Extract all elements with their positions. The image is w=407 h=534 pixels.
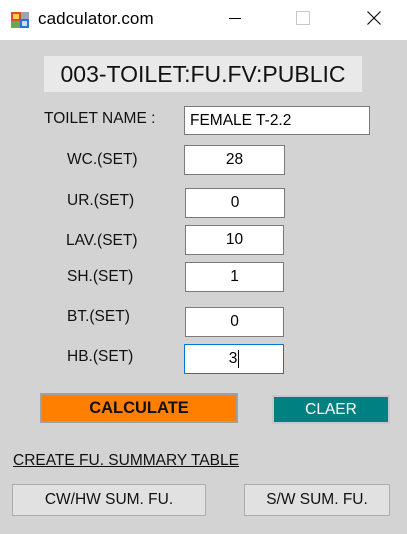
hb-value: 3 bbox=[228, 350, 238, 367]
text-caret bbox=[238, 350, 240, 368]
hb-label: HB.(SET) bbox=[67, 348, 134, 365]
close-icon bbox=[366, 10, 382, 31]
ur-label: UR.(SET) bbox=[67, 192, 135, 209]
maximize-icon bbox=[295, 10, 311, 31]
form-panel: 003-TOILET:FU.FV:PUBLIC TOILET NAME : FE… bbox=[0, 40, 407, 534]
cw-hw-sum-button[interactable]: CW/HW SUM. FU. bbox=[12, 484, 206, 516]
app-window: cadculator.com 003-TOILET:FU.FV:PUBLIC T… bbox=[0, 0, 407, 534]
close-button[interactable] bbox=[351, 0, 397, 40]
lav-input[interactable]: 10 bbox=[185, 225, 284, 255]
toilet-name-input[interactable]: FEMALE T-2.2 bbox=[184, 106, 370, 135]
calculate-button[interactable]: CALCULATE bbox=[40, 393, 238, 423]
app-grid-icon bbox=[10, 10, 30, 30]
maximize-button[interactable] bbox=[280, 0, 326, 40]
sw-sum-button[interactable]: S/W SUM. FU. bbox=[244, 484, 390, 516]
title-bar[interactable]: cadculator.com bbox=[0, 0, 407, 40]
hb-input[interactable]: 3 bbox=[184, 344, 284, 374]
wc-label: WC.(SET) bbox=[67, 151, 138, 168]
toilet-name-label: TOILET NAME : bbox=[44, 110, 156, 127]
create-summary-table-link[interactable]: CREATE FU. SUMMARY TABLE bbox=[13, 452, 239, 470]
sh-input[interactable]: 1 bbox=[185, 262, 284, 292]
bt-label: BT.(SET) bbox=[67, 308, 130, 325]
ur-input[interactable]: 0 bbox=[185, 188, 285, 218]
minimize-icon bbox=[227, 10, 243, 31]
form-header: 003-TOILET:FU.FV:PUBLIC bbox=[44, 56, 362, 92]
wc-input[interactable]: 28 bbox=[184, 145, 285, 175]
bt-input[interactable]: 0 bbox=[185, 307, 284, 337]
clear-button[interactable]: CLAER bbox=[272, 395, 390, 424]
lav-label: LAV.(SET) bbox=[66, 232, 138, 249]
window-title: cadculator.com bbox=[38, 9, 154, 28]
minimize-button[interactable] bbox=[212, 0, 258, 40]
sh-label: SH.(SET) bbox=[67, 268, 134, 285]
